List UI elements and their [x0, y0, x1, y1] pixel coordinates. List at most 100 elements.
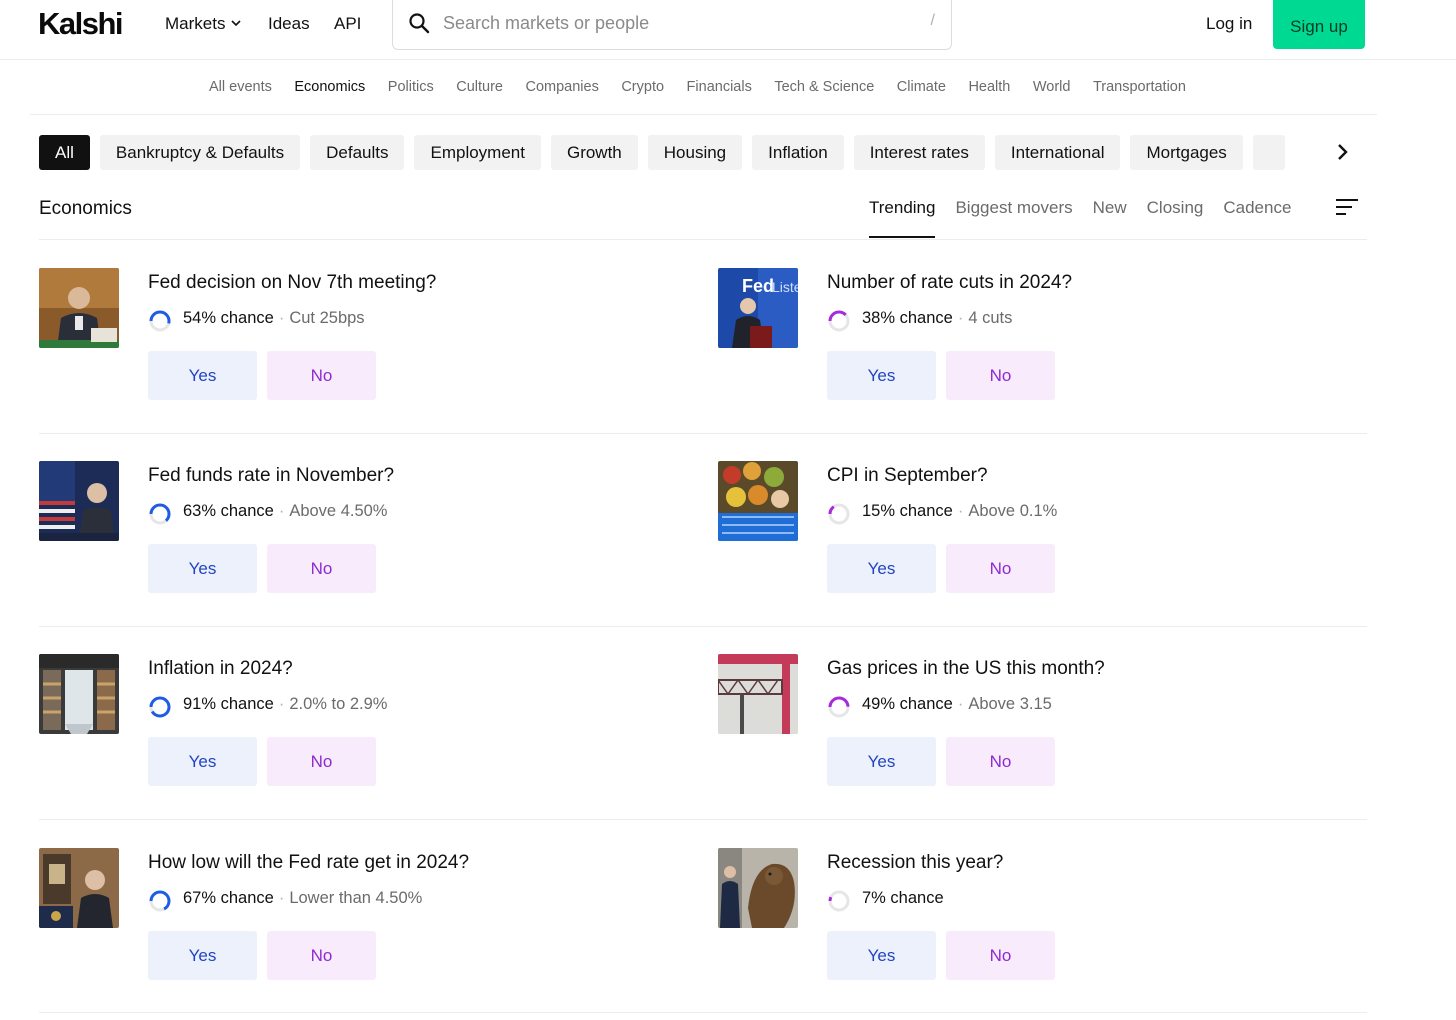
no-button[interactable]: No [267, 737, 376, 786]
chip-bankruptcy-defaults[interactable]: Bankruptcy & Defaults [99, 135, 301, 170]
category-economics[interactable]: Economics [294, 79, 365, 95]
category-climate[interactable]: Climate [897, 79, 946, 95]
yes-button[interactable]: Yes [148, 351, 257, 400]
no-button[interactable]: No [267, 351, 376, 400]
yes-button[interactable]: Yes [148, 931, 257, 980]
chip-interest-rates[interactable]: Interest rates [853, 135, 985, 170]
market-question[interactable]: Fed funds rate in November? [148, 465, 394, 487]
market-image [718, 848, 798, 928]
search-input[interactable] [443, 8, 913, 38]
market-card[interactable]: CPI in September? 15% chance · Above 0.1% … [718, 461, 1318, 611]
chevron-right-icon[interactable] [1330, 140, 1354, 164]
chip-inflation[interactable]: Inflation [752, 135, 844, 170]
chance-text: 67% chance [183, 889, 274, 907]
probability-ring-icon [828, 890, 850, 912]
yes-button[interactable]: Yes [148, 737, 257, 786]
market-image [718, 654, 798, 734]
separator-dot: · [278, 309, 285, 327]
no-button[interactable]: No [946, 931, 1055, 980]
row-divider [39, 626, 1367, 627]
category-list: All events Economics Politics Culture Co… [209, 79, 1208, 95]
chip-defaults[interactable]: Defaults [310, 135, 405, 170]
yes-button[interactable]: Yes [827, 351, 936, 400]
probability-ring-icon [149, 696, 171, 718]
sort-cadence[interactable]: Cadence [1223, 198, 1291, 218]
nav-markets-label: Markets [165, 14, 226, 33]
logo[interactable]: Kalshi [38, 6, 124, 42]
sort-trending[interactable]: Trending [869, 198, 936, 238]
market-question[interactable]: Gas prices in the US this month? [827, 658, 1105, 680]
no-button[interactable]: No [946, 737, 1055, 786]
market-card[interactable]: How low will the Fed rate get in 2024? 6… [39, 848, 639, 998]
outcome-text: Above 4.50% [289, 502, 388, 520]
chip-international[interactable]: International [994, 135, 1121, 170]
signup-button[interactable]: Sign up [1273, 0, 1365, 49]
login-link[interactable]: Log in [1206, 14, 1252, 34]
separator-dot: · [957, 309, 964, 327]
chip-mortgages[interactable]: Mortgages [1130, 135, 1243, 170]
sort-closing[interactable]: Closing [1147, 198, 1204, 218]
yes-button[interactable]: Yes [827, 544, 936, 593]
no-button[interactable]: No [946, 544, 1055, 593]
category-culture[interactable]: Culture [456, 79, 503, 95]
chip-all[interactable]: All [39, 135, 90, 170]
category-financials[interactable]: Financials [687, 79, 752, 95]
nav-markets[interactable]: Markets [165, 14, 243, 34]
chip-employment[interactable]: Employment [414, 135, 541, 170]
nav-api[interactable]: API [334, 14, 361, 34]
market-card[interactable]: Fed funds rate in November? 63% chance · A… [39, 461, 639, 611]
yes-button[interactable]: Yes [827, 737, 936, 786]
svg-text:Fed: Fed [742, 276, 774, 296]
market-question[interactable]: Number of rate cuts in 2024? [827, 272, 1072, 294]
market-question[interactable]: Inflation in 2024? [148, 658, 293, 680]
chevron-down-icon [231, 20, 242, 27]
no-button[interactable]: No [267, 544, 376, 593]
row-divider [39, 1012, 1367, 1013]
row-divider [39, 819, 1367, 820]
chip-growth[interactable]: Growth [550, 135, 638, 170]
category-companies[interactable]: Companies [525, 79, 598, 95]
sort-lines-icon[interactable] [1335, 198, 1359, 216]
market-card[interactable]: Inflation in 2024? 91% chance · 2.0% to 2.… [39, 654, 639, 804]
sort-biggest-movers[interactable]: Biggest movers [955, 198, 1072, 218]
market-card[interactable]: Fed decision on Nov 7th meeting? 54% cha… [39, 268, 639, 418]
no-button[interactable]: No [946, 351, 1055, 400]
separator-dot: · [278, 502, 285, 520]
market-image [39, 461, 119, 541]
probability-ring-icon [149, 310, 171, 332]
chip-overflow[interactable] [1252, 135, 1285, 170]
chance-text: 91% chance [183, 695, 274, 713]
market-question[interactable]: How low will the Fed rate get in 2024? [148, 852, 469, 874]
market-question[interactable]: CPI in September? [827, 465, 988, 487]
market-image [39, 848, 119, 928]
outcome-text: Above 0.1% [968, 502, 1058, 520]
section-divider [39, 239, 1367, 240]
top-bar: Kalshi Markets Ideas API / Log in Sign u… [0, 0, 1456, 60]
probability-ring-icon [149, 890, 171, 912]
market-card[interactable]: Recession this year? 7% chance· Yes No [718, 848, 1318, 998]
chance-text: 38% chance [862, 309, 953, 327]
market-card[interactable]: FedListen Number of rate cuts in 2024? 3… [718, 268, 1318, 418]
market-image [718, 461, 798, 541]
chip-housing[interactable]: Housing [647, 135, 743, 170]
yes-button[interactable]: Yes [827, 931, 936, 980]
market-question[interactable]: Recession this year? [827, 852, 1003, 874]
search-box[interactable]: / [392, 0, 952, 50]
category-politics[interactable]: Politics [388, 79, 434, 95]
market-card[interactable]: Gas prices in the US this month? 49% cha… [718, 654, 1318, 804]
category-health[interactable]: Health [968, 79, 1010, 95]
category-tech-science[interactable]: Tech & Science [774, 79, 874, 95]
nav-ideas[interactable]: Ideas [268, 14, 310, 34]
category-world[interactable]: World [1033, 79, 1071, 95]
category-transportation[interactable]: Transportation [1093, 79, 1186, 95]
outcome-text: 2.0% to 2.9% [289, 695, 388, 713]
no-button[interactable]: No [267, 931, 376, 980]
market-question[interactable]: Fed decision on Nov 7th meeting? [148, 272, 436, 294]
category-crypto[interactable]: Crypto [621, 79, 664, 95]
search-icon [409, 13, 430, 34]
ring-fill [149, 696, 171, 718]
sort-new[interactable]: New [1093, 198, 1127, 218]
row-divider [39, 433, 1367, 434]
category-all-events[interactable]: All events [209, 79, 272, 95]
yes-button[interactable]: Yes [148, 544, 257, 593]
